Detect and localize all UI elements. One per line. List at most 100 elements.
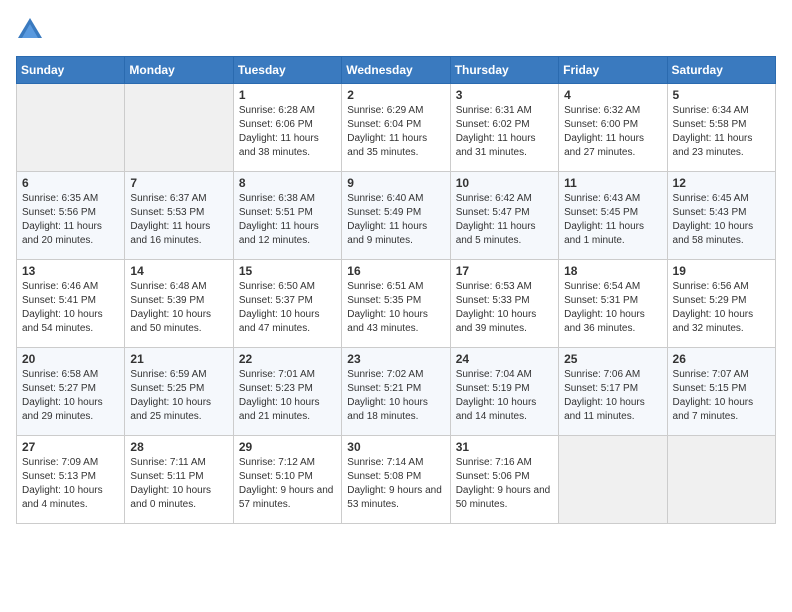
day-number: 6 — [22, 176, 119, 190]
day-number: 28 — [130, 440, 227, 454]
day-info: Sunrise: 7:12 AMSunset: 5:10 PMDaylight:… — [239, 456, 336, 512]
calendar-cell: 11 Sunrise: 6:43 AMSunset: 5:45 PMDayligh… — [559, 172, 667, 260]
day-number: 20 — [22, 352, 119, 366]
calendar-week-row: 27 Sunrise: 7:09 AMSunset: 5:13 PMDayligh… — [17, 436, 776, 524]
calendar-cell: 8 Sunrise: 6:38 AMSunset: 5:51 PMDaylight… — [233, 172, 341, 260]
calendar-cell: 28 Sunrise: 7:11 AMSunset: 5:11 PMDayligh… — [125, 436, 233, 524]
day-info: Sunrise: 6:32 AMSunset: 6:00 PMDaylight:… — [564, 104, 661, 160]
day-info: Sunrise: 6:45 AMSunset: 5:43 PMDaylight:… — [673, 192, 770, 248]
day-number: 26 — [673, 352, 770, 366]
calendar-cell: 6 Sunrise: 6:35 AMSunset: 5:56 PMDaylight… — [17, 172, 125, 260]
day-number: 29 — [239, 440, 336, 454]
day-number: 24 — [456, 352, 553, 366]
day-number: 4 — [564, 88, 661, 102]
day-info: Sunrise: 6:48 AMSunset: 5:39 PMDaylight:… — [130, 280, 227, 336]
calendar-week-row: 1 Sunrise: 6:28 AMSunset: 6:06 PMDaylight… — [17, 84, 776, 172]
day-info: Sunrise: 7:14 AMSunset: 5:08 PMDaylight:… — [347, 456, 444, 512]
calendar-cell: 26 Sunrise: 7:07 AMSunset: 5:15 PMDayligh… — [667, 348, 775, 436]
weekday-header: Sunday — [17, 57, 125, 84]
weekday-header-row: SundayMondayTuesdayWednesdayThursdayFrid… — [17, 57, 776, 84]
calendar-week-row: 6 Sunrise: 6:35 AMSunset: 5:56 PMDaylight… — [17, 172, 776, 260]
calendar-cell: 27 Sunrise: 7:09 AMSunset: 5:13 PMDayligh… — [17, 436, 125, 524]
day-info: Sunrise: 6:51 AMSunset: 5:35 PMDaylight:… — [347, 280, 444, 336]
calendar-cell: 23Sunrise: 7:02 AMSunset: 5:21 PMDayligh… — [342, 348, 450, 436]
day-info: Sunrise: 7:11 AMSunset: 5:11 PMDaylight:… — [130, 456, 227, 512]
day-info: Sunrise: 7:01 AMSunset: 5:23 PMDaylight:… — [239, 368, 336, 424]
calendar-cell: 20Sunrise: 6:58 AMSunset: 5:27 PMDayligh… — [17, 348, 125, 436]
day-info: Sunrise: 7:04 AMSunset: 5:19 PMDaylight:… — [456, 368, 553, 424]
calendar-cell: 30 Sunrise: 7:14 AMSunset: 5:08 PMDayligh… — [342, 436, 450, 524]
weekday-header: Wednesday — [342, 57, 450, 84]
calendar-week-row: 20Sunrise: 6:58 AMSunset: 5:27 PMDayligh… — [17, 348, 776, 436]
calendar-cell — [667, 436, 775, 524]
day-number: 12 — [673, 176, 770, 190]
calendar-cell: 19 Sunrise: 6:56 AMSunset: 5:29 PMDayligh… — [667, 260, 775, 348]
day-number: 5 — [673, 88, 770, 102]
day-info: Sunrise: 6:31 AMSunset: 6:02 PMDaylight:… — [456, 104, 553, 160]
logo — [16, 16, 48, 44]
day-info: Sunrise: 7:16 AMSunset: 5:06 PMDaylight:… — [456, 456, 553, 512]
day-info: Sunrise: 7:07 AMSunset: 5:15 PMDaylight:… — [673, 368, 770, 424]
day-number: 8 — [239, 176, 336, 190]
weekday-header: Thursday — [450, 57, 558, 84]
day-number: 14 — [130, 264, 227, 278]
day-info: Sunrise: 6:56 AMSunset: 5:29 PMDaylight:… — [673, 280, 770, 336]
day-number: 9 — [347, 176, 444, 190]
day-number: 25 — [564, 352, 661, 366]
calendar-cell: 3Sunrise: 6:31 AMSunset: 6:02 PMDaylight… — [450, 84, 558, 172]
day-number: 2 — [347, 88, 444, 102]
calendar-cell — [17, 84, 125, 172]
day-info: Sunrise: 6:50 AMSunset: 5:37 PMDaylight:… — [239, 280, 336, 336]
day-number: 31 — [456, 440, 553, 454]
day-info: Sunrise: 6:54 AMSunset: 5:31 PMDaylight:… — [564, 280, 661, 336]
calendar-cell: 24 Sunrise: 7:04 AMSunset: 5:19 PMDayligh… — [450, 348, 558, 436]
day-number: 11 — [564, 176, 661, 190]
calendar-cell: 25Sunrise: 7:06 AMSunset: 5:17 PMDayligh… — [559, 348, 667, 436]
weekday-header: Monday — [125, 57, 233, 84]
calendar-cell: 7Sunrise: 6:37 AMSunset: 5:53 PMDaylight… — [125, 172, 233, 260]
calendar-cell: 16 Sunrise: 6:51 AMSunset: 5:35 PMDayligh… — [342, 260, 450, 348]
calendar-cell: 12 Sunrise: 6:45 AMSunset: 5:43 PMDayligh… — [667, 172, 775, 260]
calendar-cell: 4 Sunrise: 6:32 AMSunset: 6:00 PMDaylight… — [559, 84, 667, 172]
calendar-cell: 2 Sunrise: 6:29 AMSunset: 6:04 PMDaylight… — [342, 84, 450, 172]
day-number: 16 — [347, 264, 444, 278]
calendar-cell: 15Sunrise: 6:50 AMSunset: 5:37 PMDayligh… — [233, 260, 341, 348]
day-info: Sunrise: 6:40 AMSunset: 5:49 PMDaylight:… — [347, 192, 444, 248]
day-info: Sunrise: 6:59 AMSunset: 5:25 PMDaylight:… — [130, 368, 227, 424]
day-number: 17 — [456, 264, 553, 278]
calendar-cell: 9 Sunrise: 6:40 AMSunset: 5:49 PMDaylight… — [342, 172, 450, 260]
calendar-cell: 10 Sunrise: 6:42 AMSunset: 5:47 PMDayligh… — [450, 172, 558, 260]
calendar-cell: 1 Sunrise: 6:28 AMSunset: 6:06 PMDaylight… — [233, 84, 341, 172]
day-number: 30 — [347, 440, 444, 454]
day-number: 1 — [239, 88, 336, 102]
day-info: Sunrise: 6:43 AMSunset: 5:45 PMDaylight:… — [564, 192, 661, 248]
calendar-cell: 5 Sunrise: 6:34 AMSunset: 5:58 PMDaylight… — [667, 84, 775, 172]
day-number: 27 — [22, 440, 119, 454]
day-info: Sunrise: 7:09 AMSunset: 5:13 PMDaylight:… — [22, 456, 119, 512]
day-info: Sunrise: 6:28 AMSunset: 6:06 PMDaylight:… — [239, 104, 336, 160]
day-number: 19 — [673, 264, 770, 278]
weekday-header: Friday — [559, 57, 667, 84]
calendar-cell — [125, 84, 233, 172]
day-number: 23 — [347, 352, 444, 366]
day-info: Sunrise: 6:29 AMSunset: 6:04 PMDaylight:… — [347, 104, 444, 160]
calendar-cell: 17 Sunrise: 6:53 AMSunset: 5:33 PMDayligh… — [450, 260, 558, 348]
day-info: Sunrise: 6:46 AMSunset: 5:41 PMDaylight:… — [22, 280, 119, 336]
day-number: 18 — [564, 264, 661, 278]
calendar-cell: 14 Sunrise: 6:48 AMSunset: 5:39 PMDayligh… — [125, 260, 233, 348]
day-info: Sunrise: 6:37 AMSunset: 5:53 PMDaylight:… — [130, 192, 227, 248]
calendar-cell: 18 Sunrise: 6:54 AMSunset: 5:31 PMDayligh… — [559, 260, 667, 348]
day-number: 21 — [130, 352, 227, 366]
day-number: 10 — [456, 176, 553, 190]
day-info: Sunrise: 6:35 AMSunset: 5:56 PMDaylight:… — [22, 192, 119, 248]
day-info: Sunrise: 6:53 AMSunset: 5:33 PMDaylight:… — [456, 280, 553, 336]
calendar-cell: 29 Sunrise: 7:12 AMSunset: 5:10 PMDayligh… — [233, 436, 341, 524]
day-info: Sunrise: 6:34 AMSunset: 5:58 PMDaylight:… — [673, 104, 770, 160]
calendar-cell: 31 Sunrise: 7:16 AMSunset: 5:06 PMDayligh… — [450, 436, 558, 524]
calendar-cell: 13 Sunrise: 6:46 AMSunset: 5:41 PMDayligh… — [17, 260, 125, 348]
day-info: Sunrise: 6:38 AMSunset: 5:51 PMDaylight:… — [239, 192, 336, 248]
day-number: 13 — [22, 264, 119, 278]
calendar-week-row: 13 Sunrise: 6:46 AMSunset: 5:41 PMDayligh… — [17, 260, 776, 348]
day-info: Sunrise: 6:42 AMSunset: 5:47 PMDaylight:… — [456, 192, 553, 248]
calendar-table: SundayMondayTuesdayWednesdayThursdayFrid… — [16, 56, 776, 524]
